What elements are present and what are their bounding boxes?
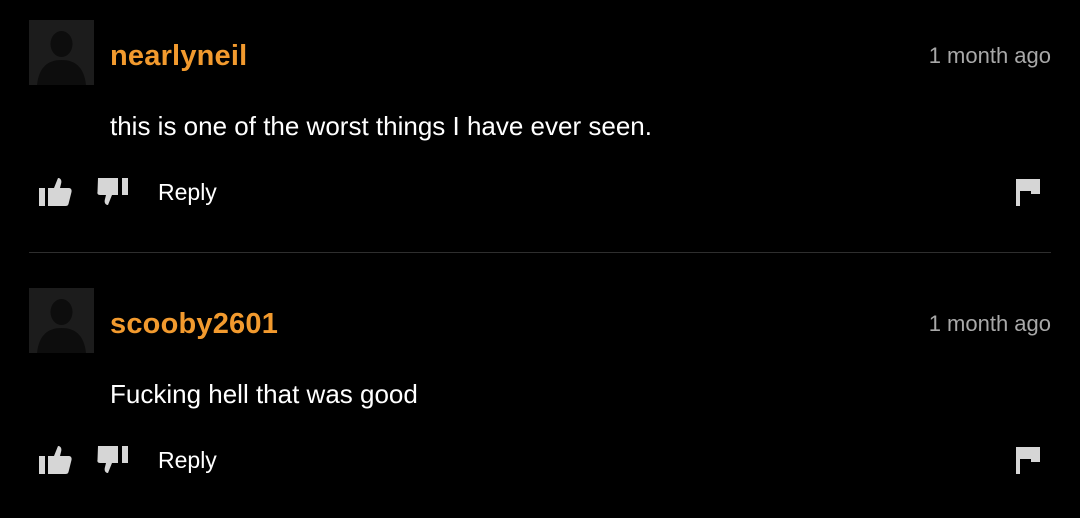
comment-text: this is one of the worst things I have e… [110, 111, 652, 141]
comment-timestamp: 1 month ago [928, 311, 1051, 336]
avatar-placeholder-icon [29, 288, 94, 353]
flag-icon [1016, 447, 1040, 474]
thumbs-down-icon [97, 446, 128, 473]
avatar-placeholder-icon [29, 20, 94, 85]
comment-actions: Reply [0, 440, 1080, 480]
thumbs-down-icon [97, 178, 128, 205]
dislike-button[interactable] [96, 443, 132, 477]
flag-icon [1016, 179, 1040, 206]
avatar[interactable] [29, 288, 94, 353]
thumbs-up-icon [39, 446, 72, 474]
comment-divider [29, 252, 1051, 253]
comment-username[interactable]: nearlyneil [110, 38, 247, 74]
dislike-button[interactable] [96, 175, 132, 209]
flag-button[interactable] [1013, 443, 1043, 477]
like-button[interactable] [37, 443, 73, 477]
comment-actions: Reply [0, 172, 1080, 212]
comment-timestamp: 1 month ago [928, 43, 1051, 68]
comment-username[interactable]: scooby2601 [110, 306, 278, 342]
comment-item: scooby2601 1 month ago Fucking hell that… [0, 268, 1080, 518]
thumbs-up-icon [39, 178, 72, 206]
comment-text: Fucking hell that was good [110, 379, 418, 409]
like-button[interactable] [37, 175, 73, 209]
reply-button[interactable]: Reply [158, 445, 217, 475]
flag-button[interactable] [1013, 175, 1043, 209]
avatar[interactable] [29, 20, 94, 85]
reply-button[interactable]: Reply [158, 177, 217, 207]
comment-item: nearlyneil 1 month ago this is one of th… [0, 0, 1080, 253]
